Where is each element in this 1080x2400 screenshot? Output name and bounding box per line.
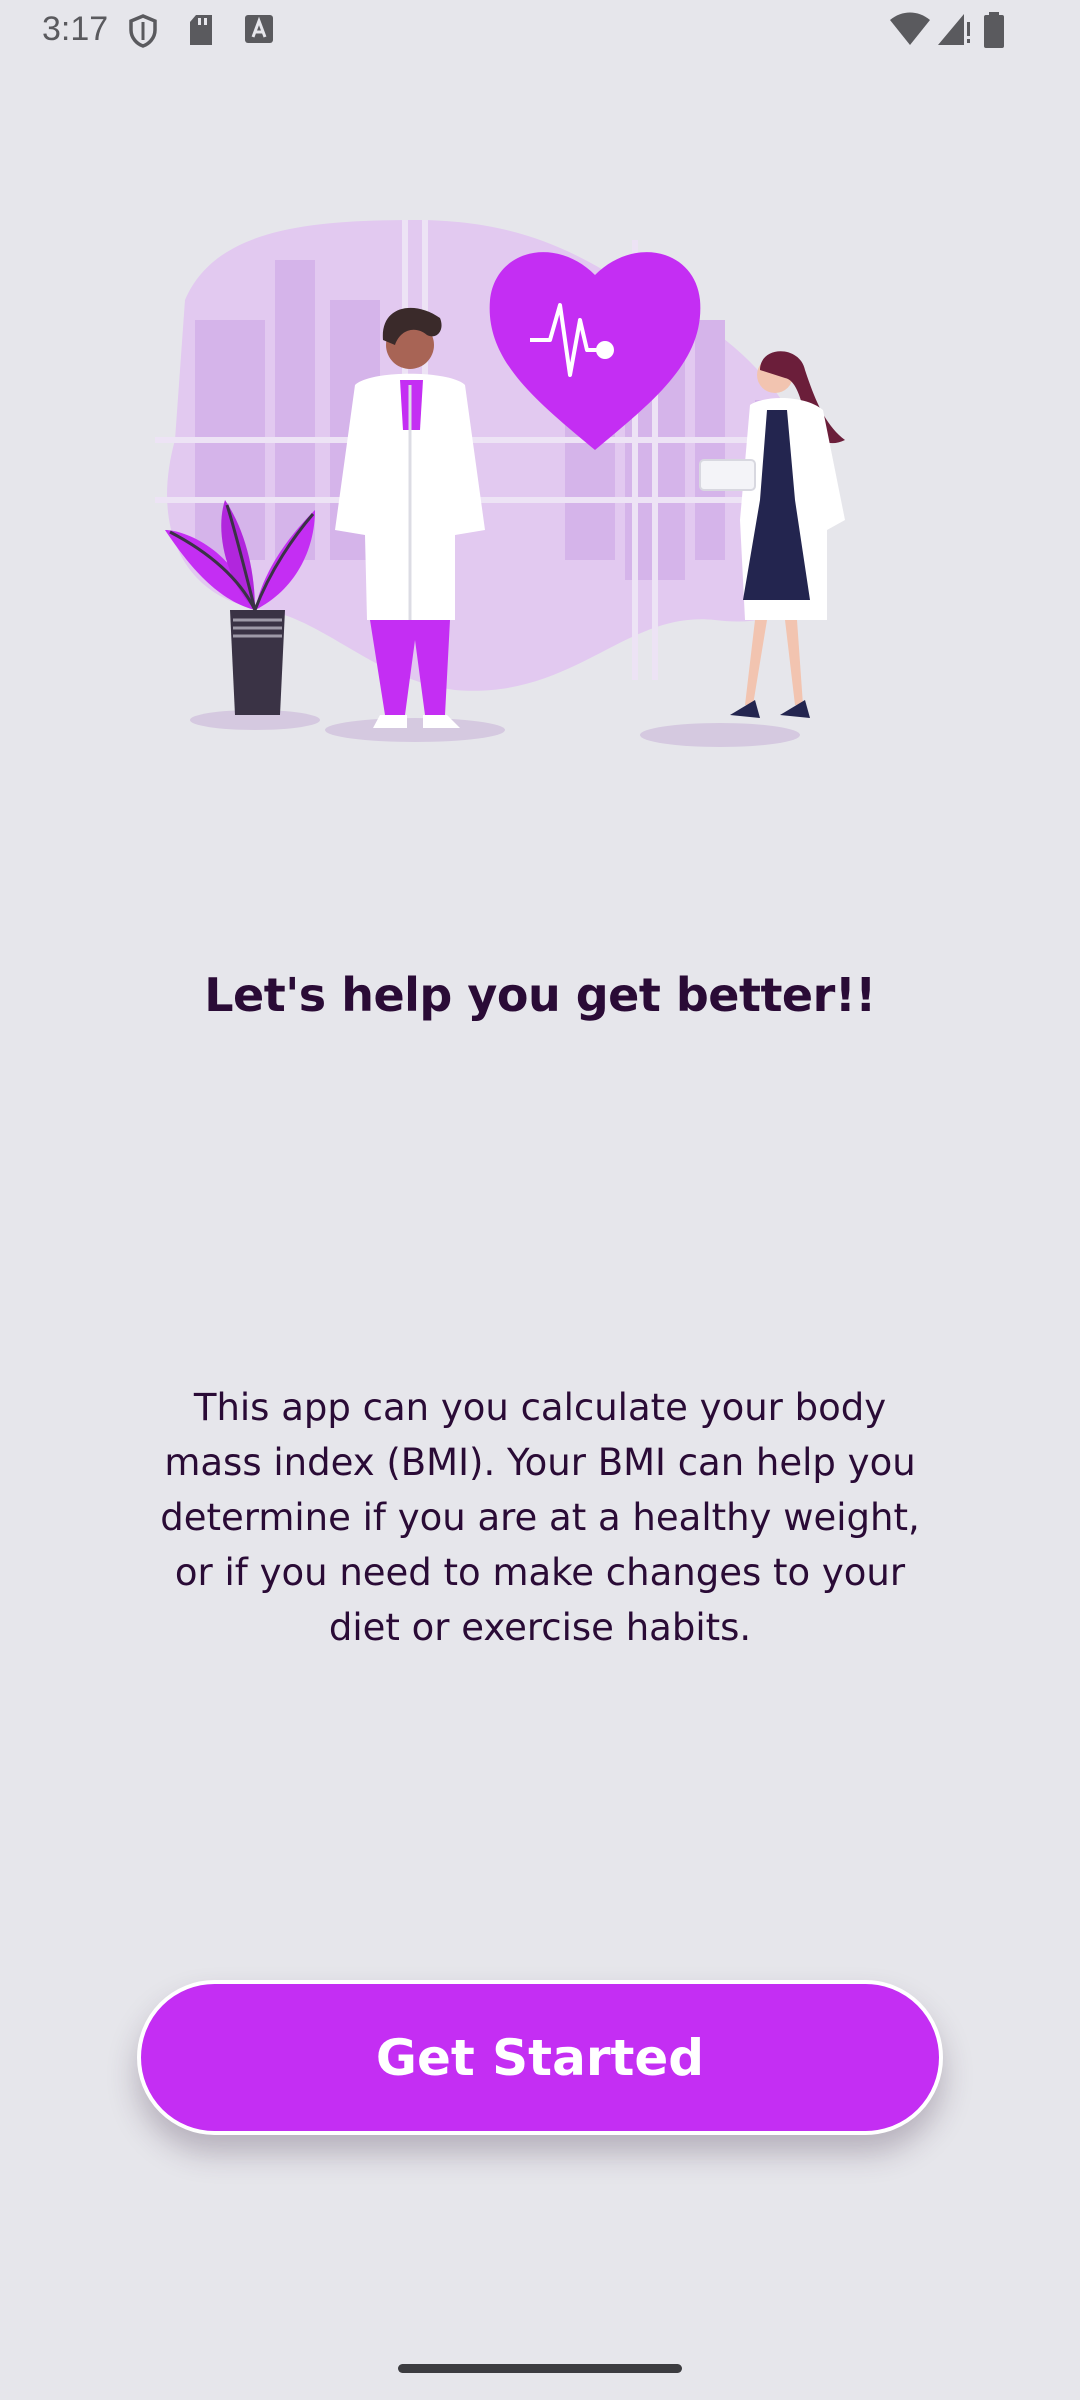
status-time: 3:17 — [42, 10, 109, 48]
onboarding-headline: Let's help you get better!! — [204, 968, 876, 1022]
battery-icon — [984, 12, 1004, 48]
onboarding-description: This app can you calculate your body mas… — [160, 1386, 920, 1649]
status-bar: 3:17 — [0, 0, 1080, 62]
text-format-icon — [245, 15, 273, 43]
doctors-heart-illustration — [155, 220, 845, 747]
get-started-button[interactable]: Get Started — [137, 1980, 943, 2135]
home-indicator[interactable] — [398, 2364, 682, 2373]
sd-card-icon — [190, 15, 212, 45]
signal-icon — [938, 14, 970, 45]
shield-icon — [129, 14, 157, 48]
wifi-icon — [890, 12, 930, 45]
